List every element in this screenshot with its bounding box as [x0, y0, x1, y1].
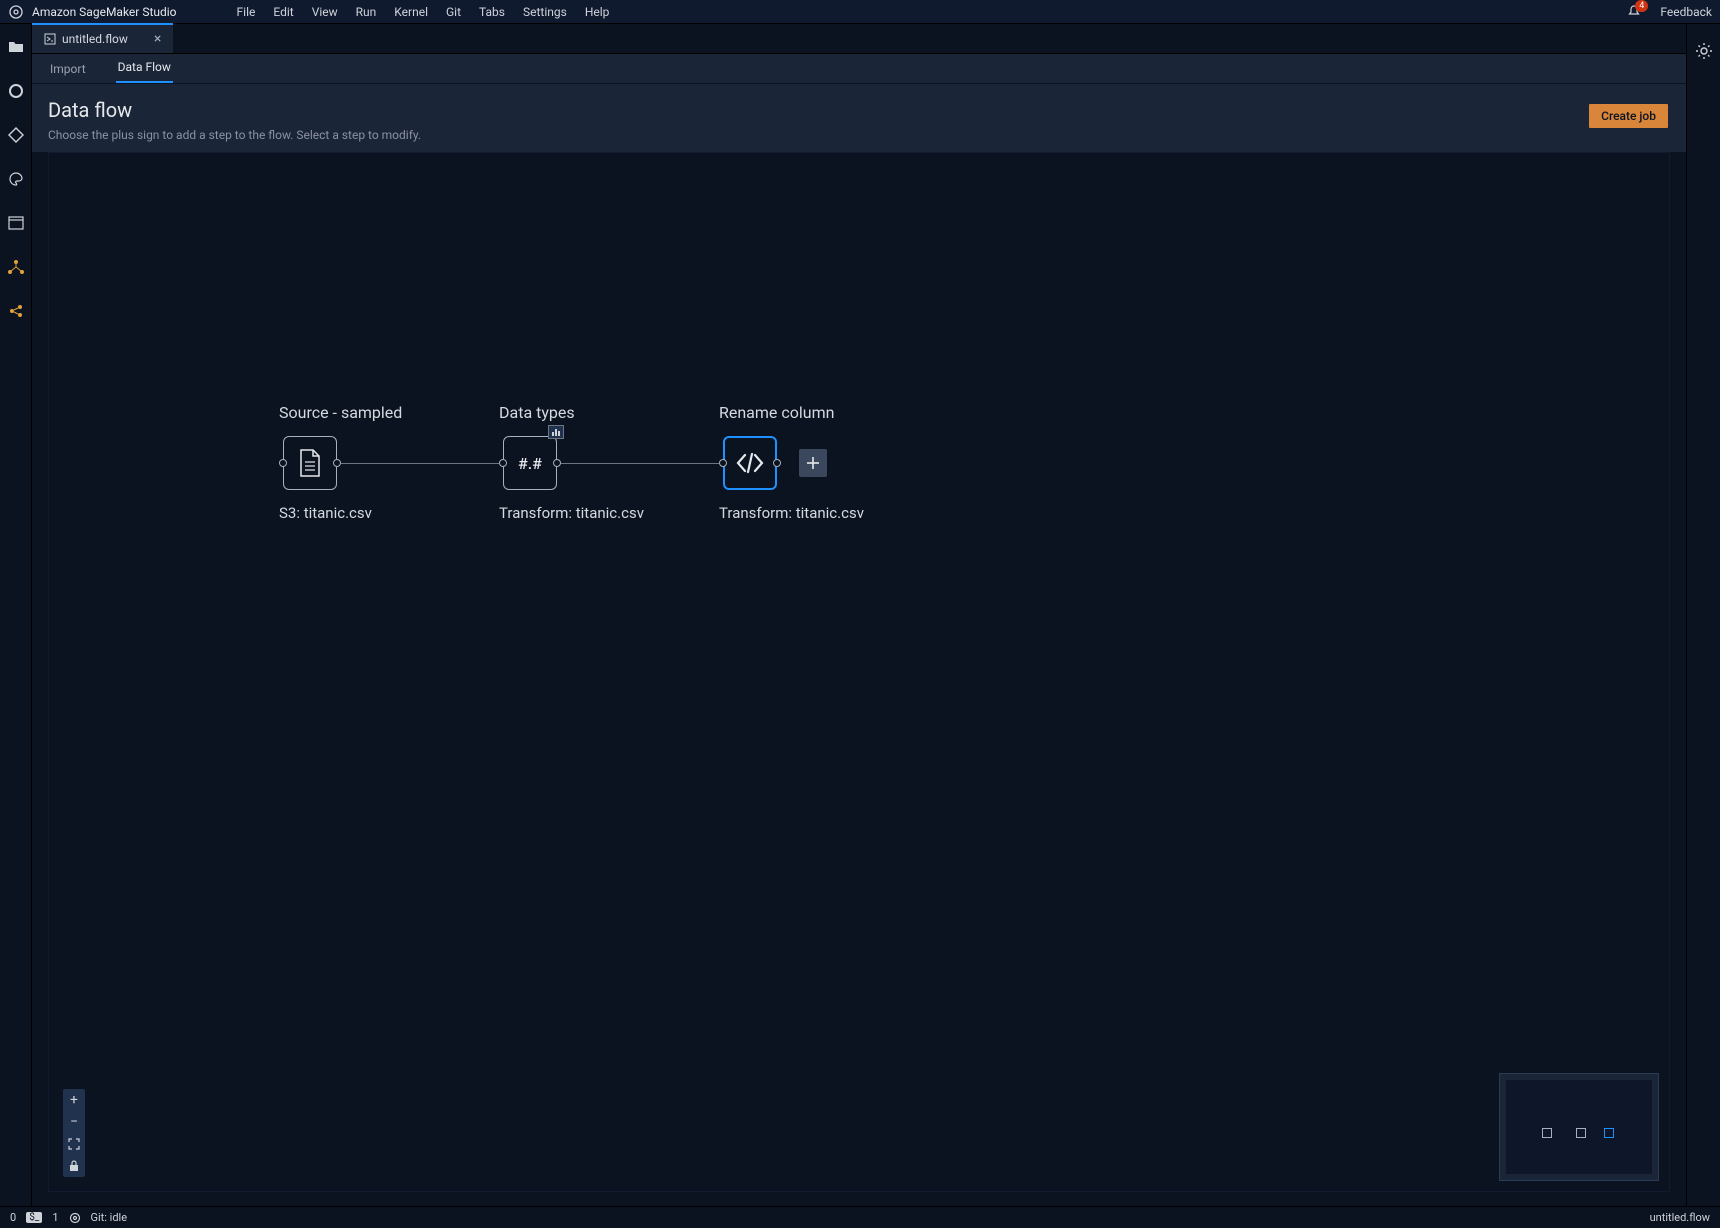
menu-settings[interactable]: Settings: [523, 5, 567, 19]
subtabs: Import Data Flow: [32, 54, 1686, 84]
status-left-num: 0: [10, 1211, 16, 1224]
flow-graph: Source - sampled S3: titanic.csv Data ty…: [279, 403, 864, 522]
node-title: Rename column: [719, 403, 864, 422]
app-logo-icon: [8, 4, 24, 20]
menubar: Amazon SageMaker Studio File Edit View R…: [0, 0, 1720, 24]
menu-view[interactable]: View: [312, 5, 338, 19]
node-subtitle: Transform: titanic.csv: [719, 504, 864, 522]
minimap[interactable]: [1499, 1073, 1659, 1181]
file-tab-name: untitled.flow: [62, 32, 128, 46]
tab-data-flow[interactable]: Data Flow: [116, 53, 173, 83]
port-out[interactable]: [773, 459, 781, 467]
fit-screen-button[interactable]: [63, 1133, 85, 1155]
main-menu: File Edit View Run Kernel Git Tabs Setti…: [237, 5, 610, 19]
node-title: Data types: [499, 403, 719, 422]
node-subtitle: S3: titanic.csv: [279, 504, 499, 522]
chart-badge-icon[interactable]: [548, 425, 564, 439]
port-in[interactable]: [499, 459, 507, 467]
code-icon: [735, 451, 765, 475]
flow-node-source[interactable]: Source - sampled S3: titanic.csv: [279, 403, 499, 522]
create-job-button[interactable]: Create job: [1589, 104, 1668, 128]
add-step-button[interactable]: [799, 449, 827, 477]
hash-icon: #.#: [518, 454, 542, 473]
palette-icon[interactable]: [7, 170, 25, 188]
app-title: Amazon SageMaker Studio: [32, 5, 177, 19]
notifications-icon[interactable]: 4: [1626, 4, 1642, 20]
feedback-link[interactable]: Feedback: [1660, 5, 1712, 19]
expand-icon: [68, 1138, 80, 1150]
file-icon: [297, 448, 323, 478]
page-title: Data flow: [48, 98, 1670, 122]
zoom-in-button[interactable]: +: [63, 1089, 85, 1111]
tab-import[interactable]: Import: [48, 55, 88, 83]
flow-node-rename-column[interactable]: Rename column Transform: titanic.csv: [719, 403, 864, 522]
workflow-icon[interactable]: [7, 258, 25, 276]
status-terminal-count: 1: [52, 1211, 58, 1224]
flow-edge: [561, 463, 719, 464]
left-rail: [0, 24, 32, 1206]
flow-edge: [341, 463, 499, 464]
menu-help[interactable]: Help: [585, 5, 610, 19]
file-tabbar: untitled.flow ×: [32, 24, 1686, 54]
node-box-rename[interactable]: [723, 436, 777, 490]
port-in[interactable]: [719, 459, 727, 467]
terminal-icon[interactable]: $_: [26, 1212, 42, 1223]
flow-file-icon: [44, 33, 56, 45]
menu-edit[interactable]: Edit: [273, 5, 293, 19]
share-icon[interactable]: [7, 302, 25, 320]
zoom-out-button[interactable]: −: [63, 1111, 85, 1133]
minimap-node: [1542, 1128, 1552, 1138]
folder-icon[interactable]: [7, 38, 25, 56]
status-git[interactable]: Git: idle: [91, 1211, 128, 1224]
node-box-source[interactable]: [283, 436, 337, 490]
lock-button[interactable]: [63, 1155, 85, 1177]
flow-canvas[interactable]: Source - sampled S3: titanic.csv Data ty…: [48, 152, 1670, 1192]
file-tab-untitled[interactable]: untitled.flow ×: [32, 23, 173, 53]
statusbar: 0 $_ 1 Git: idle untitled.flow: [0, 1206, 1720, 1228]
menu-git[interactable]: Git: [446, 5, 461, 19]
panel-icon[interactable]: [7, 214, 25, 232]
port-out[interactable]: [333, 459, 341, 467]
node-title: Source - sampled: [279, 403, 499, 422]
node-box-data-types[interactable]: #.#: [503, 436, 557, 490]
plus-icon: [805, 455, 821, 471]
menu-tabs[interactable]: Tabs: [479, 5, 505, 19]
menu-file[interactable]: File: [237, 5, 256, 19]
lock-icon: [69, 1160, 79, 1172]
main-column: untitled.flow × Import Data Flow Data fl…: [32, 24, 1686, 1206]
status-kernel-icon[interactable]: [69, 1212, 81, 1224]
status-filename: untitled.flow: [1650, 1211, 1710, 1224]
page-subtitle: Choose the plus sign to add a step to th…: [48, 128, 1670, 142]
circle-icon[interactable]: [7, 82, 25, 100]
settings-gear-icon[interactable]: [1695, 42, 1713, 60]
right-rail: [1686, 24, 1720, 1206]
menu-run[interactable]: Run: [356, 5, 377, 19]
menu-kernel[interactable]: Kernel: [394, 5, 428, 19]
close-icon[interactable]: ×: [154, 32, 161, 46]
port-out[interactable]: [553, 459, 561, 467]
notifications-badge: 4: [1635, 0, 1648, 12]
port-in[interactable]: [279, 459, 287, 467]
minimap-node: [1576, 1128, 1586, 1138]
minimap-node-selected: [1604, 1128, 1614, 1138]
flow-node-data-types[interactable]: Data types #.# Transform: titanic.csv: [499, 403, 719, 522]
page-header: Data flow Choose the plus sign to add a …: [32, 84, 1686, 152]
minimap-viewport: [1506, 1080, 1652, 1174]
diamond-icon[interactable]: [7, 126, 25, 144]
node-subtitle: Transform: titanic.csv: [499, 504, 719, 522]
zoom-controls: + −: [63, 1089, 85, 1177]
